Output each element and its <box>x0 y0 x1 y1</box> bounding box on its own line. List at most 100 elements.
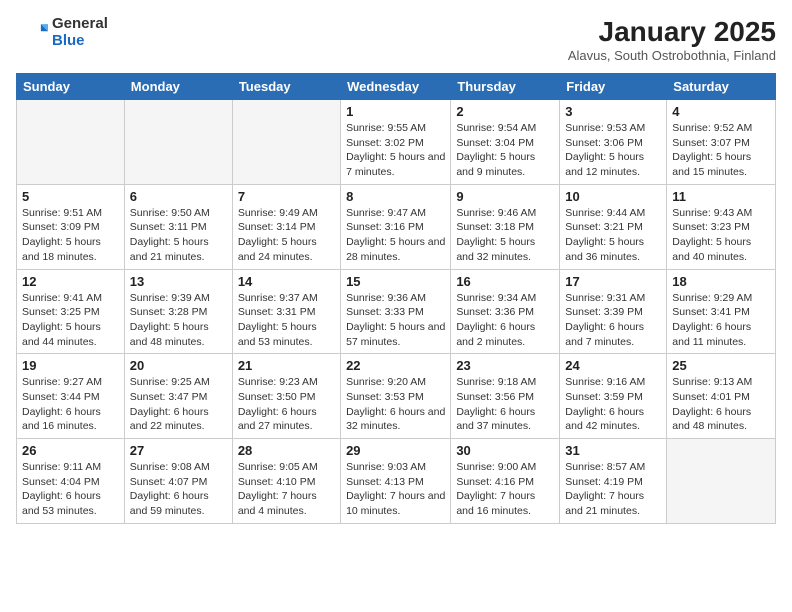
day-info: Sunrise: 9:25 AM Sunset: 3:47 PM Dayligh… <box>130 375 227 434</box>
day-info: Sunrise: 9:18 AM Sunset: 3:56 PM Dayligh… <box>456 375 554 434</box>
calendar-cell: 10Sunrise: 9:44 AM Sunset: 3:21 PM Dayli… <box>560 184 667 269</box>
day-number: 8 <box>346 189 445 204</box>
day-number: 25 <box>672 358 770 373</box>
day-number: 19 <box>22 358 119 373</box>
week-row-1: 1Sunrise: 9:55 AM Sunset: 3:02 PM Daylig… <box>17 100 776 185</box>
day-info: Sunrise: 9:36 AM Sunset: 3:33 PM Dayligh… <box>346 291 445 350</box>
day-number: 21 <box>238 358 335 373</box>
day-info: Sunrise: 9:27 AM Sunset: 3:44 PM Dayligh… <box>22 375 119 434</box>
day-number: 5 <box>22 189 119 204</box>
logo: General Blue <box>16 16 108 49</box>
day-info: Sunrise: 9:51 AM Sunset: 3:09 PM Dayligh… <box>22 206 119 265</box>
day-info: Sunrise: 8:57 AM Sunset: 4:19 PM Dayligh… <box>565 460 661 519</box>
logo-text: General Blue <box>52 16 108 49</box>
calendar-cell <box>232 100 340 185</box>
logo-blue: Blue <box>52 33 108 50</box>
day-number: 31 <box>565 443 661 458</box>
day-info: Sunrise: 9:31 AM Sunset: 3:39 PM Dayligh… <box>565 291 661 350</box>
day-number: 17 <box>565 274 661 289</box>
day-number: 27 <box>130 443 227 458</box>
calendar-cell <box>124 100 232 185</box>
day-number: 4 <box>672 104 770 119</box>
calendar-subtitle: Alavus, South Ostrobothnia, Finland <box>568 48 776 63</box>
day-number: 10 <box>565 189 661 204</box>
day-number: 12 <box>22 274 119 289</box>
calendar-cell: 5 Sunrise: 9:51 AM Sunset: 3:09 PM Daylig… <box>17 184 125 269</box>
day-number: 2 <box>456 104 554 119</box>
day-info: Sunrise: 9:05 AM Sunset: 4:10 PM Dayligh… <box>238 460 335 519</box>
calendar-cell: 29Sunrise: 9:03 AM Sunset: 4:13 PM Dayli… <box>341 439 451 524</box>
calendar-cell: 19 Sunrise: 9:27 AM Sunset: 3:44 PM Dayli… <box>17 354 125 439</box>
calendar-cell: 3Sunrise: 9:53 AM Sunset: 3:06 PM Daylig… <box>560 100 667 185</box>
day-number: 14 <box>238 274 335 289</box>
calendar-cell: 11 Sunrise: 9:43 AM Sunset: 3:23 PM Dayli… <box>667 184 776 269</box>
day-number: 11 <box>672 189 770 204</box>
day-number: 30 <box>456 443 554 458</box>
calendar-cell: 21 Sunrise: 9:23 AM Sunset: 3:50 PM Dayli… <box>232 354 340 439</box>
day-info: Sunrise: 9:13 AM Sunset: 4:01 PM Dayligh… <box>672 375 770 434</box>
day-number: 16 <box>456 274 554 289</box>
calendar-title: January 2025 <box>568 16 776 48</box>
calendar-cell: 14 Sunrise: 9:37 AM Sunset: 3:31 PM Dayli… <box>232 269 340 354</box>
day-info: Sunrise: 9:41 AM Sunset: 3:25 PM Dayligh… <box>22 291 119 350</box>
day-info: Sunrise: 9:50 AM Sunset: 3:11 PM Dayligh… <box>130 206 227 265</box>
day-info: Sunrise: 9:20 AM Sunset: 3:53 PM Dayligh… <box>346 375 445 434</box>
day-info: Sunrise: 9:08 AM Sunset: 4:07 PM Dayligh… <box>130 460 227 519</box>
calendar-cell: 24 Sunrise: 9:16 AM Sunset: 3:59 PM Dayli… <box>560 354 667 439</box>
day-info: Sunrise: 9:16 AM Sunset: 3:59 PM Dayligh… <box>565 375 661 434</box>
header-row: SundayMondayTuesdayWednesdayThursdayFrid… <box>17 74 776 100</box>
week-row-2: 5 Sunrise: 9:51 AM Sunset: 3:09 PM Daylig… <box>17 184 776 269</box>
day-number: 15 <box>346 274 445 289</box>
calendar-cell: 23 Sunrise: 9:18 AM Sunset: 3:56 PM Dayli… <box>451 354 560 439</box>
day-info: Sunrise: 9:52 AM Sunset: 3:07 PM Dayligh… <box>672 121 770 180</box>
week-row-4: 19 Sunrise: 9:27 AM Sunset: 3:44 PM Dayli… <box>17 354 776 439</box>
day-number: 18 <box>672 274 770 289</box>
day-number: 23 <box>456 358 554 373</box>
title-block: January 2025 Alavus, South Ostrobothnia,… <box>568 16 776 63</box>
day-number: 22 <box>346 358 445 373</box>
calendar-cell: 12 Sunrise: 9:41 AM Sunset: 3:25 PM Dayli… <box>17 269 125 354</box>
day-info: Sunrise: 9:47 AM Sunset: 3:16 PM Dayligh… <box>346 206 445 265</box>
day-number: 26 <box>22 443 119 458</box>
logo-general: General <box>52 16 108 33</box>
calendar-cell: 16 Sunrise: 9:34 AM Sunset: 3:36 PM Dayli… <box>451 269 560 354</box>
calendar-cell: 20 Sunrise: 9:25 AM Sunset: 3:47 PM Dayli… <box>124 354 232 439</box>
day-number: 29 <box>346 443 445 458</box>
day-info: Sunrise: 9:34 AM Sunset: 3:36 PM Dayligh… <box>456 291 554 350</box>
day-header-tuesday: Tuesday <box>232 74 340 100</box>
day-header-monday: Monday <box>124 74 232 100</box>
day-number: 20 <box>130 358 227 373</box>
calendar-cell: 15 Sunrise: 9:36 AM Sunset: 3:33 PM Dayli… <box>341 269 451 354</box>
day-info: Sunrise: 9:43 AM Sunset: 3:23 PM Dayligh… <box>672 206 770 265</box>
calendar-cell: 27 Sunrise: 9:08 AM Sunset: 4:07 PM Dayli… <box>124 439 232 524</box>
week-row-3: 12 Sunrise: 9:41 AM Sunset: 3:25 PM Dayli… <box>17 269 776 354</box>
day-info: Sunrise: 9:11 AM Sunset: 4:04 PM Dayligh… <box>22 460 119 519</box>
day-header-friday: Friday <box>560 74 667 100</box>
day-header-sunday: Sunday <box>17 74 125 100</box>
day-info: Sunrise: 9:23 AM Sunset: 3:50 PM Dayligh… <box>238 375 335 434</box>
logo-icon <box>16 17 48 49</box>
day-info: Sunrise: 9:53 AM Sunset: 3:06 PM Dayligh… <box>565 121 661 180</box>
day-header-wednesday: Wednesday <box>341 74 451 100</box>
day-number: 6 <box>130 189 227 204</box>
day-info: Sunrise: 9:37 AM Sunset: 3:31 PM Dayligh… <box>238 291 335 350</box>
calendar-cell: 7Sunrise: 9:49 AM Sunset: 3:14 PM Daylig… <box>232 184 340 269</box>
calendar-cell <box>17 100 125 185</box>
calendar-table: SundayMondayTuesdayWednesdayThursdayFrid… <box>16 73 776 524</box>
calendar-cell: 4 Sunrise: 9:52 AM Sunset: 3:07 PM Daylig… <box>667 100 776 185</box>
day-info: Sunrise: 9:46 AM Sunset: 3:18 PM Dayligh… <box>456 206 554 265</box>
day-header-thursday: Thursday <box>451 74 560 100</box>
calendar-cell <box>667 439 776 524</box>
calendar-cell: 30Sunrise: 9:00 AM Sunset: 4:16 PM Dayli… <box>451 439 560 524</box>
calendar-cell: 13Sunrise: 9:39 AM Sunset: 3:28 PM Dayli… <box>124 269 232 354</box>
day-info: Sunrise: 9:54 AM Sunset: 3:04 PM Dayligh… <box>456 121 554 180</box>
day-number: 28 <box>238 443 335 458</box>
calendar-cell: 8 Sunrise: 9:47 AM Sunset: 3:16 PM Daylig… <box>341 184 451 269</box>
calendar-cell: 25 Sunrise: 9:13 AM Sunset: 4:01 PM Dayli… <box>667 354 776 439</box>
week-row-5: 26 Sunrise: 9:11 AM Sunset: 4:04 PM Dayli… <box>17 439 776 524</box>
page-header: General Blue January 2025 Alavus, South … <box>16 16 776 63</box>
day-number: 13 <box>130 274 227 289</box>
day-number: 24 <box>565 358 661 373</box>
day-number: 1 <box>346 104 445 119</box>
calendar-cell: 17 Sunrise: 9:31 AM Sunset: 3:39 PM Dayli… <box>560 269 667 354</box>
